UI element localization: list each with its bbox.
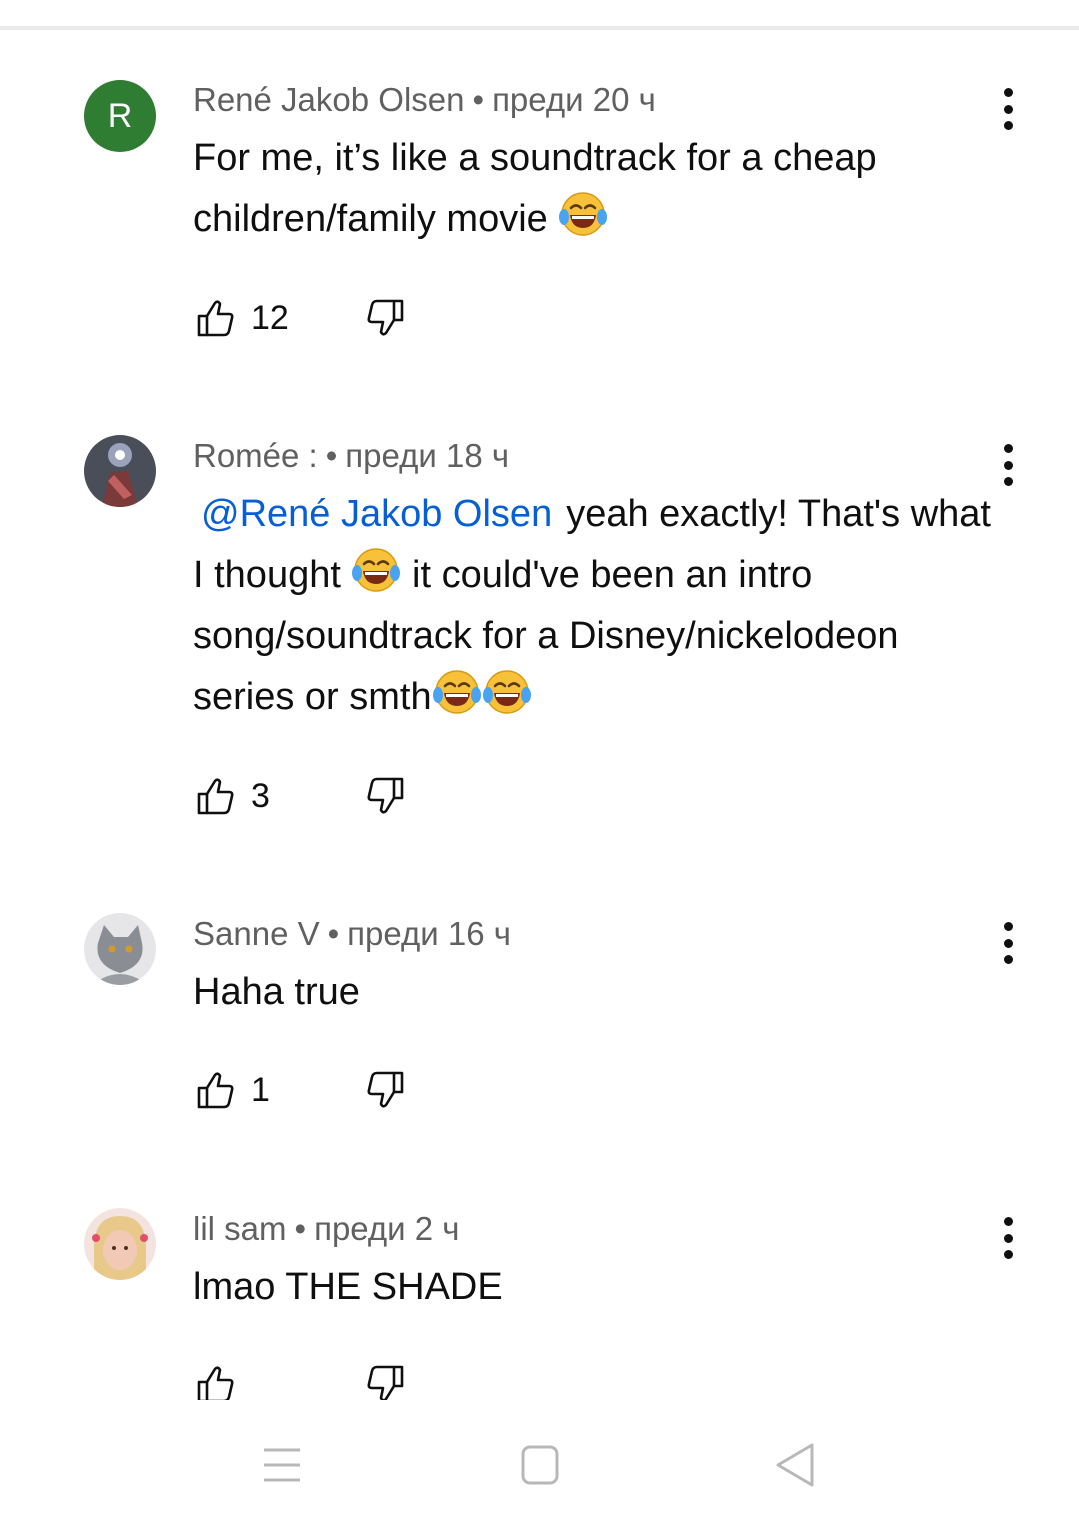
thumbs-up-icon[interactable] — [195, 1068, 239, 1112]
comment-author[interactable]: René Jakob Olsen — [193, 81, 465, 118]
comment-meta: lil sam • преди 2 ч — [193, 1209, 460, 1249]
top-divider — [0, 26, 1079, 30]
comment-meta: René Jakob Olsen • преди 20 ч — [193, 80, 656, 120]
comment-author[interactable]: Sanne V — [193, 915, 320, 952]
comment-text: lmao THE SHADE — [193, 1257, 1003, 1318]
thumbs-down-icon[interactable] — [362, 296, 406, 340]
meta-separator: • — [294, 1210, 307, 1247]
avatar[interactable] — [84, 435, 156, 507]
more-vert-icon[interactable] — [990, 440, 1026, 490]
comment-meta: Sanne V • преди 16 ч — [193, 914, 511, 954]
like-count: 1 — [251, 1071, 270, 1109]
comment-author[interactable]: Romée : — [193, 437, 318, 474]
comment-author[interactable]: lil sam — [193, 1210, 287, 1247]
comment-text: For me, it’s like a soundtrack for a che… — [193, 128, 1003, 250]
comment-time[interactable]: преди 20 ч — [492, 81, 656, 118]
face-with-tears-of-joy-emoji — [558, 189, 608, 239]
mention-link[interactable]: @René Jakob Olsen — [201, 493, 552, 535]
more-vert-icon[interactable] — [990, 84, 1026, 134]
comment-time[interactable]: преди 16 ч — [347, 915, 511, 952]
meta-separator: • — [325, 437, 338, 474]
home-icon[interactable] — [510, 1440, 570, 1490]
thumbs-down-icon[interactable] — [362, 1068, 406, 1112]
avatar[interactable] — [84, 913, 156, 985]
comment-meta: Romée : • преди 18 ч — [193, 436, 509, 476]
thumbs-down-icon[interactable] — [362, 774, 406, 818]
thumbs-up-icon[interactable] — [195, 774, 239, 818]
comment-text: Haha true — [193, 962, 1003, 1023]
face-with-tears-of-joy-emoji — [482, 667, 532, 717]
like-count: 3 — [251, 777, 270, 815]
more-vert-icon[interactable] — [990, 1213, 1026, 1263]
like-count: 12 — [251, 299, 289, 337]
thumbs-up-icon[interactable] — [195, 296, 239, 340]
avatar[interactable] — [84, 1208, 156, 1280]
comment-text-body: For me, it’s like a soundtrack for a che… — [193, 137, 877, 240]
recent-apps-icon[interactable] — [252, 1440, 312, 1490]
meta-separator: • — [327, 915, 340, 952]
avatar-letter: R — [107, 96, 133, 135]
comment-text-body: lmao THE SHADE — [193, 1266, 503, 1308]
face-with-tears-of-joy-emoji — [432, 667, 482, 717]
more-vert-icon[interactable] — [990, 918, 1026, 968]
system-navigation-bar — [0, 1400, 1079, 1530]
comment-text: @René Jakob Olsen yeah exactly! That's wh… — [193, 484, 1003, 728]
face-with-tears-of-joy-emoji — [351, 545, 401, 595]
comment-time[interactable]: преди 18 ч — [345, 437, 509, 474]
comment-time[interactable]: преди 2 ч — [314, 1210, 459, 1247]
avatar[interactable]: R — [84, 80, 156, 152]
back-icon[interactable] — [766, 1440, 826, 1490]
comment-text-body: Haha true — [193, 971, 360, 1013]
meta-separator: • — [472, 81, 485, 118]
